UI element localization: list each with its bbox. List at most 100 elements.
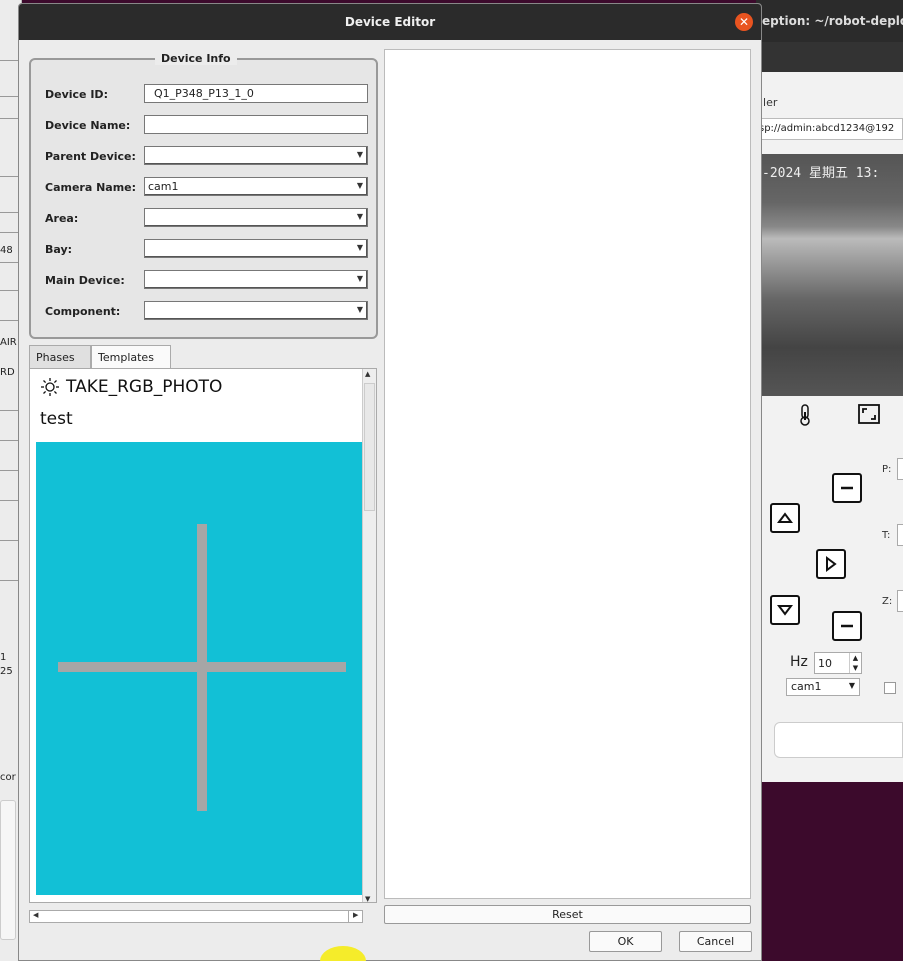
chevron-down-icon: ▼	[356, 305, 363, 314]
camera-name-row: Camera Name: cam1 ▼	[45, 177, 375, 197]
bg-left-text: 25	[0, 666, 13, 677]
main-device-combo[interactable]: ▼	[144, 270, 368, 289]
template-heading: TAKE_RGB_PHOTO	[40, 377, 222, 397]
horizontal-scrollbar[interactable]: ◀ ▶	[29, 910, 363, 923]
divider	[0, 96, 18, 97]
parent-device-label: Parent Device:	[45, 150, 136, 163]
dialog-title: Device Editor	[344, 15, 436, 29]
scrollbar-thumb[interactable]	[364, 383, 375, 511]
divider	[0, 580, 18, 581]
scroll-down-icon[interactable]: ▼	[365, 895, 370, 902]
bg-left-text: 1	[0, 652, 7, 663]
parent-device-combo[interactable]: ▼	[144, 146, 368, 165]
cancel-button[interactable]: Cancel	[679, 931, 752, 952]
stream-url-field[interactable]: sp://admin:abcd1234@192	[756, 118, 903, 140]
checkbox[interactable]	[884, 682, 896, 694]
triangle-down-icon	[777, 605, 793, 616]
device-name-field[interactable]	[144, 115, 368, 134]
divider	[0, 262, 18, 263]
zoom-label: Z:	[882, 596, 893, 607]
tab-phases[interactable]: Phases	[29, 345, 91, 369]
zoom-out-button[interactable]	[832, 473, 862, 503]
device-name-row: Device Name:	[45, 115, 375, 135]
chevron-down-icon: ▼	[848, 681, 855, 690]
zoom-field[interactable]	[897, 590, 903, 612]
parent-device-row: Parent Device: ▼	[45, 146, 375, 166]
camera-select-value: cam1	[791, 680, 822, 693]
component-combo[interactable]: ▼	[144, 301, 368, 320]
component-row: Component: ▼	[45, 301, 375, 321]
area-combo[interactable]: ▼	[144, 208, 368, 227]
area-label: Area:	[45, 212, 79, 225]
bay-combo[interactable]: ▼	[144, 239, 368, 258]
hz-label: Hz	[790, 654, 808, 670]
templates-panel: TAKE_RGB_PHOTO test ▲ ▼	[29, 368, 377, 903]
scroll-left-icon[interactable]: ◀	[33, 911, 38, 919]
tab-templates[interactable]: Templates	[91, 345, 171, 369]
triangle-right-icon	[826, 556, 837, 572]
sun-icon	[41, 378, 59, 396]
device-editor-dialog: Device Editor ✕ Device Info Device ID: Q…	[18, 3, 762, 961]
template-heading-text: TAKE_RGB_PHOTO	[66, 377, 223, 397]
tilt-label: T:	[882, 530, 891, 541]
tilt-up-button[interactable]	[770, 503, 800, 533]
spin-arrows-icon[interactable]: ▲ ▼	[849, 653, 861, 673]
device-name-label: Device Name:	[45, 119, 131, 132]
bay-label: Bay:	[45, 243, 73, 256]
divider	[0, 176, 18, 177]
device-info-title: Device Info	[155, 52, 237, 65]
hz-spinbox[interactable]: 10 ▲ ▼	[814, 652, 862, 674]
bg-left-panel	[0, 800, 16, 940]
background-right-window: eption: ~/robot-deploy ller sp://admin:a…	[756, 0, 903, 961]
component-label: Component:	[45, 305, 121, 318]
crosshair-icon	[58, 524, 346, 811]
tilt-down-button[interactable]	[770, 595, 800, 625]
template-image[interactable]	[36, 442, 364, 895]
chevron-down-icon: ▼	[356, 243, 363, 252]
divider	[0, 410, 18, 411]
divider	[0, 60, 18, 61]
bay-row: Bay: ▼	[45, 239, 375, 259]
minus-icon	[841, 624, 853, 628]
chevron-down-icon: ▼	[356, 212, 363, 221]
divider	[0, 500, 18, 501]
pan-right-button[interactable]	[816, 549, 846, 579]
fullscreen-icon[interactable]	[858, 404, 880, 427]
scroll-up-icon[interactable]: ▲	[365, 370, 370, 378]
bg-left-text: RD	[0, 367, 15, 378]
bg-label: ller	[760, 96, 778, 109]
scroll-right-button[interactable]: ▶	[348, 911, 362, 922]
device-id-row: Device ID: Q1_P348_P13_1_0	[45, 84, 375, 104]
main-device-row: Main Device: ▼	[45, 270, 375, 290]
divider	[0, 118, 18, 119]
pan-field[interactable]	[897, 458, 903, 480]
area-row: Area: ▼	[45, 208, 375, 228]
bg-controller-panel: ller sp://admin:abcd1234@192 -2024 星期五 1…	[756, 72, 903, 782]
bg-input-bar	[774, 722, 903, 758]
divider	[0, 440, 18, 441]
triangle-up-icon	[777, 512, 793, 523]
divider	[0, 212, 18, 213]
divider	[0, 320, 18, 321]
thermometer-icon[interactable]	[798, 404, 812, 429]
preview-pane	[384, 49, 751, 899]
camera-name-label: Camera Name:	[45, 181, 137, 194]
divider	[0, 470, 18, 471]
chevron-down-icon: ▼	[356, 150, 363, 159]
vertical-scrollbar[interactable]: ▲ ▼	[362, 369, 376, 902]
camera-name-combo[interactable]: cam1 ▼	[144, 177, 368, 196]
template-subheading: test	[40, 409, 73, 429]
camera-select[interactable]: cam1 ▼	[786, 678, 860, 696]
tilt-field[interactable]	[897, 524, 903, 546]
device-id-field[interactable]: Q1_P348_P13_1_0	[144, 84, 368, 103]
bg-left-text: cor	[0, 772, 16, 783]
bg-toolbar	[756, 42, 903, 72]
ok-button[interactable]: OK	[589, 931, 662, 952]
reset-button[interactable]: Reset	[384, 905, 751, 924]
device-id-label: Device ID:	[45, 88, 108, 101]
divider	[0, 540, 18, 541]
camera-preview: -2024 星期五 13:	[762, 154, 903, 396]
zoom-in-button[interactable]	[832, 611, 862, 641]
bg-left-text: AIR	[0, 337, 17, 348]
close-icon[interactable]: ✕	[735, 13, 753, 31]
